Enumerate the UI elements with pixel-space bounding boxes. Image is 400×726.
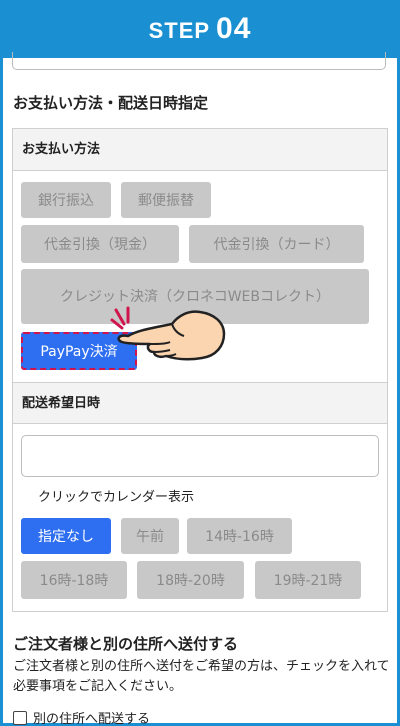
alt-address-description: ご注文者様と別の住所へ送付をご希望の方は、チェックを入れて必要事項をご記入くださ… [13,659,390,694]
payment-heading: お支払い方法 [13,129,387,171]
alt-address-title: ご注文者様と別の住所へ送付する [13,635,239,653]
step-header: STEP 04 [0,0,400,58]
step-number: 04 [216,12,252,45]
previous-section-box [12,52,386,70]
calendar-hint: クリックでカレンダー表示 [38,490,195,505]
alt-address-checkbox-label[interactable]: 別の住所へ配送する [33,708,150,726]
time-option-14-16[interactable]: 14時-16時 [187,518,292,554]
section-title: お支払い方法・配送日時指定 [13,94,209,112]
alt-address-checkbox-row[interactable]: 別の住所へ配送する [13,708,150,726]
payment-option-cod-cash[interactable]: 代金引換（現金） [21,225,179,263]
payment-option-bank-transfer[interactable]: 銀行振込 [21,182,111,218]
time-option-16-18[interactable]: 16時-18時 [21,561,127,599]
time-option-18-20[interactable]: 18時-20時 [137,561,244,599]
delivery-heading: 配送希望日時 [13,382,387,424]
time-option-morning[interactable]: 午前 [121,518,179,554]
payment-option-cod-card[interactable]: 代金引換（カード） [189,225,364,263]
pointing-hand-icon [110,306,226,361]
time-option-unspecified[interactable]: 指定なし [21,518,111,554]
time-option-19-21[interactable]: 19時-21時 [255,561,361,599]
step-word: STEP [148,18,211,43]
alt-address-checkbox[interactable] [13,710,27,725]
payment-option-postal-transfer[interactable]: 郵便振替 [121,182,211,218]
delivery-date-input[interactable] [21,435,379,477]
